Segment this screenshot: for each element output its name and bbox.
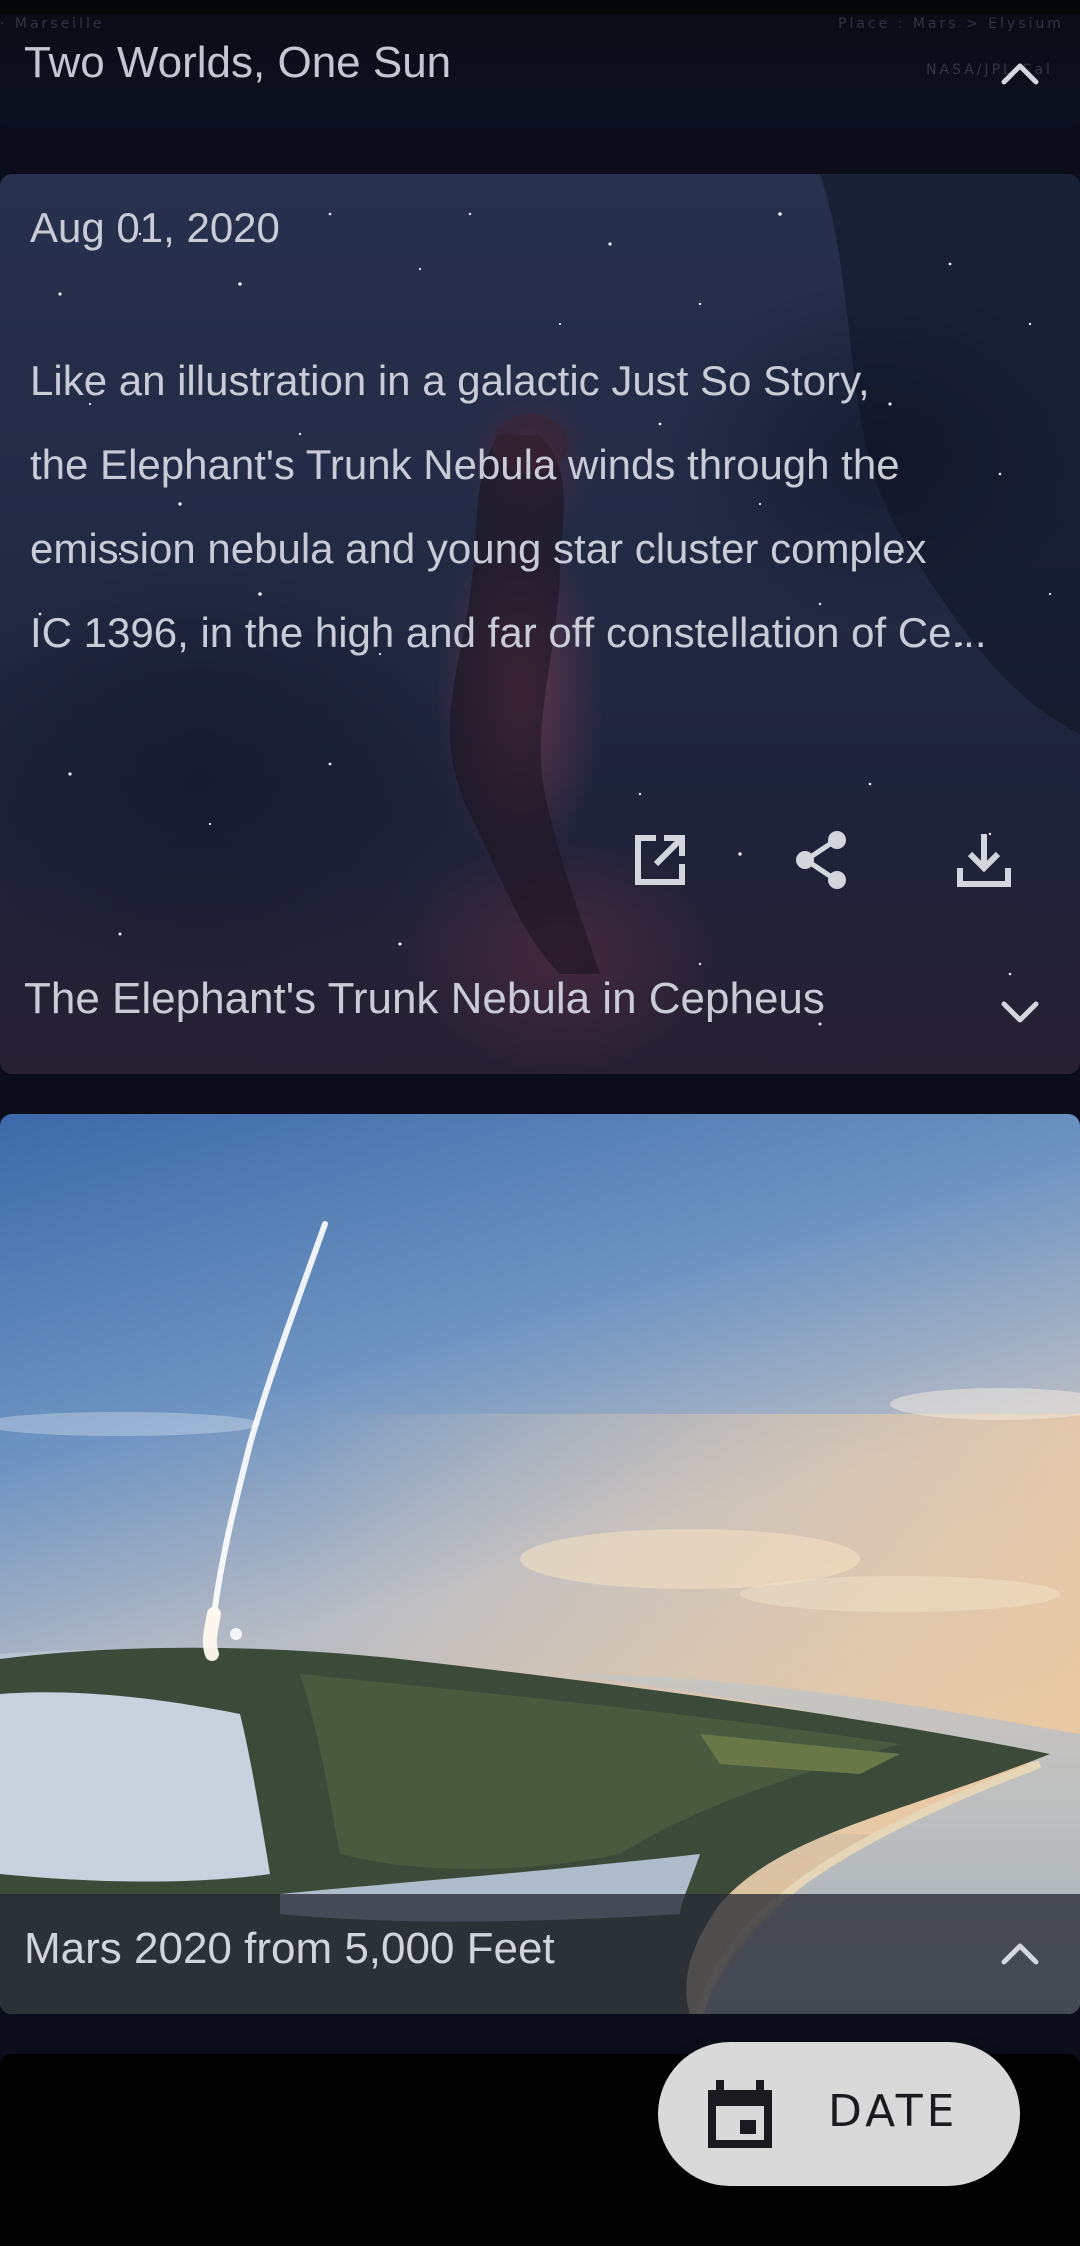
card-title: Two Worlds, One Sun: [24, 38, 452, 87]
description-line: emission nebula and young star cluster c…: [30, 525, 927, 572]
apod-list-screen: · Marseille Place : Mars > Elysium NASA/…: [0, 0, 1080, 2246]
card-mars-2020[interactable]: Mars 2020 from 5,000 Feet: [0, 1114, 1080, 2014]
card-title: The Elephant's Trunk Nebula in Cepheus: [24, 974, 825, 1023]
chevron-down-icon[interactable]: [990, 982, 1050, 1042]
calendar-icon: [702, 2076, 778, 2152]
background-caption-right: Place : Mars > Elysium: [838, 16, 1064, 32]
card-two-worlds[interactable]: · Marseille Place : Mars > Elysium NASA/…: [0, 0, 1080, 128]
card-date: Aug 01, 2020: [30, 204, 280, 251]
download-icon[interactable]: [952, 828, 1016, 892]
open-external-icon[interactable]: [628, 828, 692, 892]
date-picker-button[interactable]: DATE: [658, 2042, 1020, 2186]
background-caption-left: · Marseille: [0, 16, 105, 32]
description-line: Like an illustration in a galactic Just …: [30, 357, 870, 404]
description-line: IC 1396, in the high and far off constel…: [30, 609, 987, 656]
card-description: Like an illustration in a galactic Just …: [30, 339, 1050, 675]
card-title-bar: Mars 2020 from 5,000 Feet: [0, 1894, 1080, 2014]
share-icon[interactable]: [790, 828, 854, 892]
card-elephants-trunk[interactable]: Aug 01, 2020 Like an illustration in a g…: [0, 174, 1080, 1074]
top-edge: [0, 0, 1080, 14]
description-line: the Elephant's Trunk Nebula winds throug…: [30, 441, 900, 488]
launch-photo: [0, 1114, 1080, 2014]
chevron-up-icon[interactable]: [990, 44, 1050, 104]
date-button-label: DATE: [828, 2086, 959, 2137]
card-title: Mars 2020 from 5,000 Feet: [24, 1924, 555, 1973]
chevron-up-icon[interactable]: [990, 1924, 1050, 1984]
